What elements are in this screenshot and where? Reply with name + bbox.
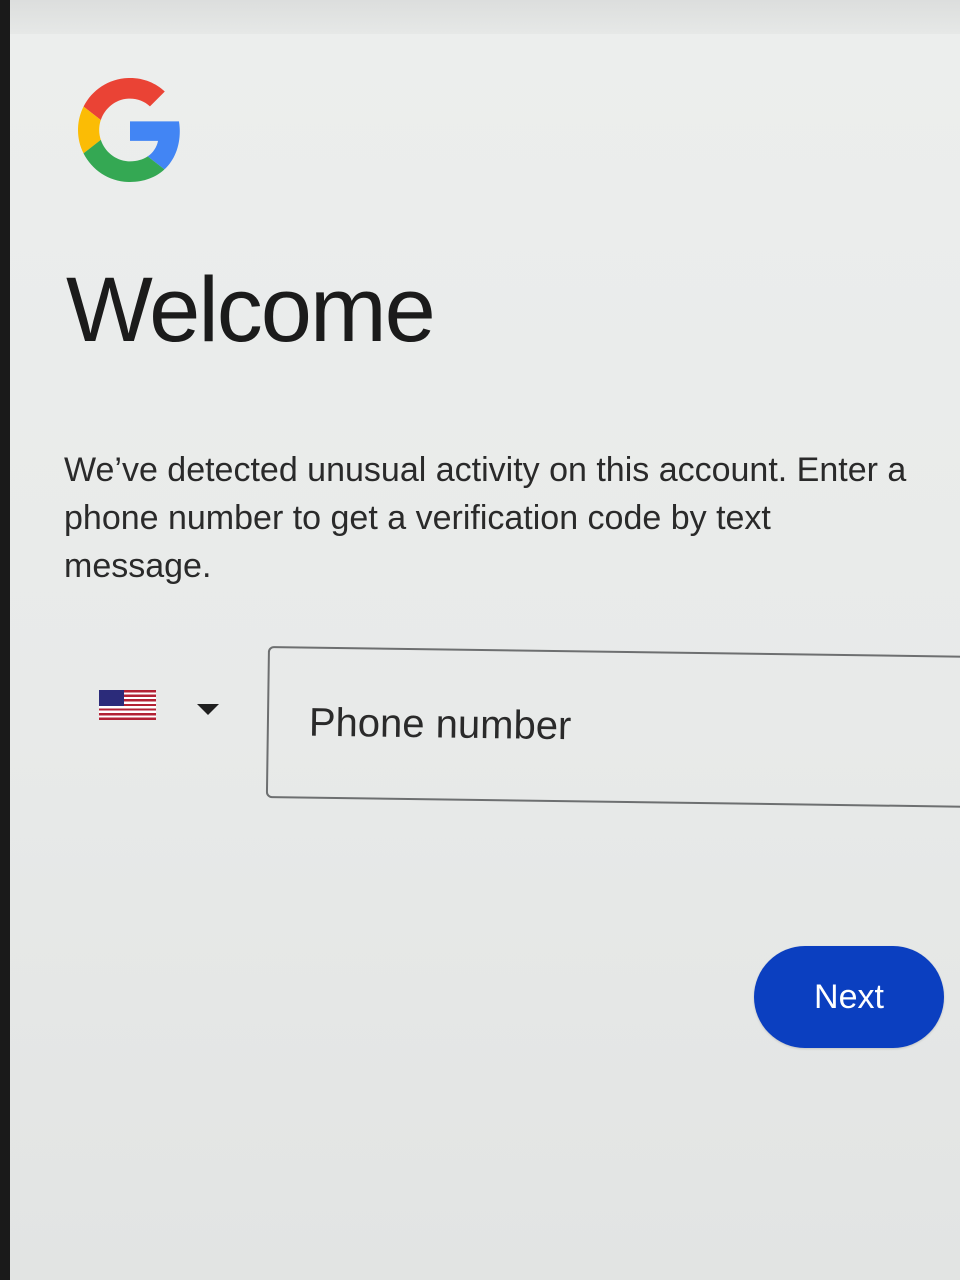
unusual-activity-message: We’ve detected unusual activity on this … (64, 446, 944, 590)
window-top-edge (10, 0, 960, 35)
caret-down-icon (197, 704, 219, 715)
page-title: Welcome (66, 259, 436, 361)
message-line-2: phone number to get a verification code … (64, 499, 771, 537)
phone-number-input[interactable] (306, 686, 912, 767)
message-line-3: message. (64, 547, 212, 585)
google-g-logo-icon (78, 78, 180, 182)
us-flag-icon (99, 690, 156, 720)
country-code-dropdown[interactable] (96, 682, 236, 736)
device-bezel (0, 0, 10, 1280)
next-button[interactable]: Next (754, 946, 944, 1048)
phone-number-field[interactable] (265, 646, 960, 809)
message-line-1: We’ve detected unusual activity on this … (64, 451, 907, 489)
